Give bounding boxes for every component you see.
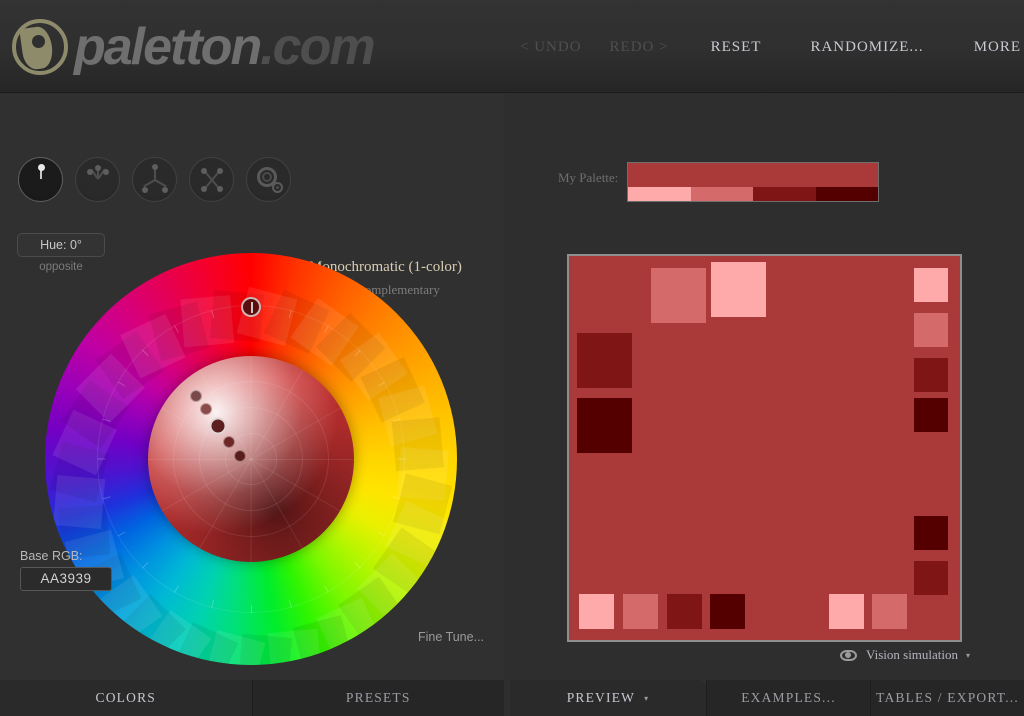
logo[interactable]: paletton.com bbox=[12, 12, 376, 82]
preview-swatch-top-mid-2[interactable] bbox=[711, 262, 766, 317]
preview-swatch-top-mid-1[interactable] bbox=[651, 268, 706, 323]
ring-tick bbox=[397, 458, 406, 460]
scheme-dot bbox=[87, 169, 93, 175]
scheme-icon-triad[interactable] bbox=[132, 157, 177, 202]
nav-randomize[interactable]: RANDOMIZE... bbox=[810, 39, 923, 56]
preview-swatch-left-2[interactable] bbox=[577, 398, 632, 453]
chevron-down-icon: ▾ bbox=[966, 650, 971, 660]
preview-swatch-right-col-2[interactable] bbox=[914, 313, 948, 347]
base-rgb-input[interactable]: AA3939 bbox=[20, 567, 112, 591]
left-panel-tabs: COLORS PRESETS bbox=[0, 680, 504, 716]
preview-swatch-bottom-6[interactable] bbox=[872, 594, 907, 629]
paletton-logo-icon bbox=[12, 19, 68, 75]
base-rgb-label: Base RGB: bbox=[20, 549, 83, 563]
scheme-dot bbox=[217, 168, 223, 174]
color-wheel[interactable] bbox=[45, 253, 457, 665]
palette-shade-0[interactable] bbox=[628, 187, 691, 201]
nav-more-info[interactable]: MORE INFO▾ bbox=[974, 39, 1024, 56]
vision-simulation-label: Vision simulation bbox=[866, 647, 959, 662]
preview-swatch-bottom-4[interactable] bbox=[710, 594, 745, 629]
eye-pupil bbox=[845, 652, 851, 658]
gear-icon-small bbox=[272, 182, 283, 193]
preview-swatch-bottom-3[interactable] bbox=[667, 594, 702, 629]
preview-swatch-right-col-3[interactable] bbox=[914, 358, 948, 392]
my-palette-label: My Palette: bbox=[558, 170, 619, 185]
paletton-app: paletton.com < UNDO REDO > RESET RANDOMI… bbox=[0, 0, 1024, 716]
preview-swatch-right-col-6[interactable] bbox=[914, 561, 948, 595]
right-panel: My Palette: Vision simulation ▾ PREVIEW … bbox=[510, 94, 1024, 716]
saturation-brightness-disc[interactable] bbox=[148, 356, 354, 563]
preview-swatch-right-col-4[interactable] bbox=[914, 398, 948, 432]
eye-icon bbox=[840, 649, 857, 661]
preview-swatch-left-1[interactable] bbox=[577, 333, 632, 388]
preview-swatch-bottom-5[interactable] bbox=[829, 594, 864, 629]
wheel-handle-shade-darkest[interactable] bbox=[234, 450, 246, 462]
scheme-selector bbox=[18, 157, 291, 202]
vision-simulation-control[interactable]: Vision simulation ▾ bbox=[840, 647, 970, 663]
scheme-icon-free-style[interactable] bbox=[246, 157, 291, 202]
nav-undo[interactable]: < UNDO bbox=[520, 39, 582, 56]
scheme-dot bbox=[152, 164, 158, 170]
disc-grid-radial bbox=[251, 459, 354, 460]
tab-preview[interactable]: PREVIEW ▾ bbox=[510, 680, 706, 716]
preview-swatch-right-col-5[interactable] bbox=[914, 516, 948, 550]
wheel-handle-base[interactable] bbox=[209, 417, 227, 435]
hue-marker-handle[interactable] bbox=[241, 297, 261, 317]
scheme-dot bbox=[37, 164, 45, 171]
palette-shade-3[interactable] bbox=[815, 187, 878, 201]
chevron-down-icon: ▾ bbox=[644, 693, 650, 703]
right-panel-tabs: PREVIEW ▾ EXAMPLES... TABLES / EXPORT... bbox=[510, 680, 1024, 716]
tab-tables-export[interactable]: TABLES / EXPORT... bbox=[870, 680, 1024, 716]
left-panel: Monochromatic (1-color) add complementar… bbox=[0, 94, 504, 716]
logo-text-domain: .com bbox=[260, 18, 375, 76]
tab-preview-label: PREVIEW bbox=[566, 690, 636, 705]
fine-tune-link[interactable]: Fine Tune... bbox=[418, 630, 484, 644]
disc-grid-radial bbox=[250, 356, 252, 460]
ring-tick bbox=[97, 458, 106, 460]
wheel-handle-shade-light[interactable] bbox=[200, 403, 212, 415]
logo-wordmark: paletton.com bbox=[74, 18, 376, 76]
preview-swatch-bottom-2[interactable] bbox=[623, 594, 658, 629]
scheme-dot bbox=[162, 187, 168, 193]
tab-examples[interactable]: EXAMPLES... bbox=[706, 680, 870, 716]
scheme-icon-adjacent[interactable] bbox=[75, 157, 120, 202]
nav-reset[interactable]: RESET bbox=[711, 39, 762, 56]
scheme-dot bbox=[142, 187, 148, 193]
palette-primary-swatch[interactable] bbox=[628, 163, 878, 187]
my-palette-bar[interactable] bbox=[627, 162, 879, 202]
disc-grid-radial bbox=[250, 459, 252, 563]
tab-presets[interactable]: PRESETS bbox=[251, 680, 504, 716]
scheme-icon-monochromatic[interactable] bbox=[18, 157, 63, 202]
ring-tick bbox=[251, 605, 252, 613]
preview-swatch-bottom-1[interactable] bbox=[579, 594, 614, 629]
scheme-dot bbox=[201, 186, 207, 192]
palette-shade-swatches bbox=[628, 187, 878, 201]
preview-canvas[interactable] bbox=[567, 254, 962, 642]
wheel-handle-shade-dark[interactable] bbox=[223, 436, 235, 448]
scheme-dot bbox=[201, 168, 207, 174]
tab-colors[interactable]: COLORS bbox=[0, 680, 252, 716]
nav-more-info-label: MORE INFO bbox=[973, 38, 1024, 55]
nav-redo[interactable]: REDO > bbox=[610, 39, 669, 56]
scheme-dot bbox=[95, 165, 101, 171]
app-header: paletton.com < UNDO REDO > RESET RANDOMI… bbox=[0, 0, 1024, 93]
preview-swatch-right-col-1[interactable] bbox=[914, 268, 948, 302]
logo-text-main: paletton bbox=[74, 18, 262, 76]
palette-shade-2[interactable] bbox=[753, 187, 816, 201]
top-navigation: < UNDO REDO > RESET RANDOMIZE... MORE IN… bbox=[520, 33, 1024, 61]
palette-shade-1[interactable] bbox=[690, 187, 753, 201]
scheme-dot bbox=[217, 186, 223, 192]
scheme-dot bbox=[103, 169, 109, 175]
wheel-handle-shade-lightest[interactable] bbox=[190, 390, 202, 402]
scheme-icon-tetrad[interactable] bbox=[189, 157, 234, 202]
